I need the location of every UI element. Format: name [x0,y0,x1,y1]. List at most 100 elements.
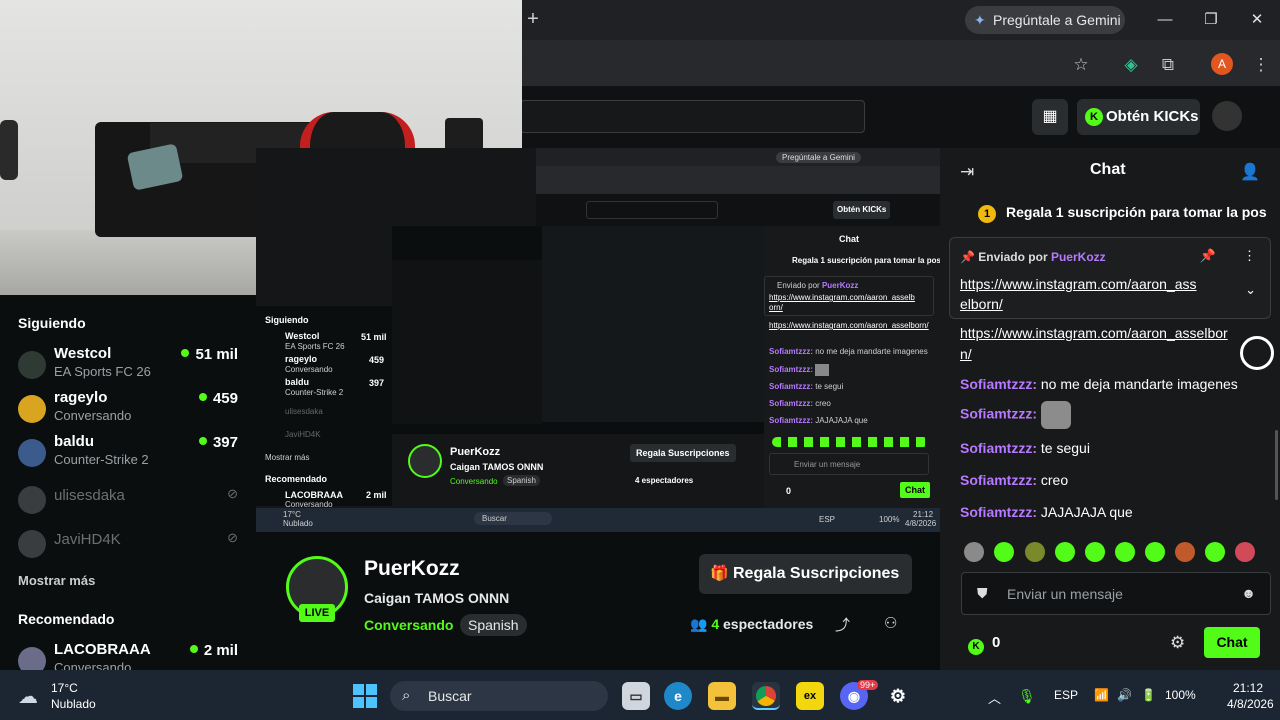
show-more-link[interactable]: Mostrar más [18,573,95,588]
volume-icon[interactable]: 🔊 [1117,688,1132,702]
bookmark-star-icon[interactable]: ☆ [1070,54,1092,76]
pinned-link-line1[interactable]: https://www.instagram.com/aaron_ass [960,276,1197,292]
nested-category: Conversando [450,477,498,486]
emote-icon[interactable] [964,542,984,562]
language-tag[interactable]: Spanish [460,614,527,636]
taskbar-search-label: Buscar [428,688,472,704]
emote-icon[interactable] [1085,542,1105,562]
new-tab-button[interactable]: + [522,8,544,30]
chevron-up-icon[interactable]: ︿ [988,688,1001,707]
channel-category: EA Sports FC 26 [54,364,151,379]
layout-toggle-button[interactable]: ▦ [1032,99,1068,135]
wifi-icon[interactable]: 📶 [1094,688,1109,702]
chat-text: te segui [1040,440,1090,456]
sidebar-item-lacobraaa[interactable]: LACOBRAAA Conversando 2 mil [18,641,240,670]
app-icon[interactable]: ⚙ [884,682,912,710]
channel-name: rageylo [54,389,108,406]
follow-icon[interactable]: ⚇ [884,614,897,632]
close-button[interactable]: ✕ [1245,8,1269,32]
more-options-icon[interactable]: ⋮ [1243,248,1256,264]
battery-percent[interactable]: 100% [1165,688,1196,702]
clock-date[interactable]: 4/8/2026 [1227,697,1274,711]
channel-name: JaviHD4K [54,531,121,548]
sidebar-item-ulisesdaka[interactable]: ulisesdaka ⊘ [18,480,240,524]
stream-category[interactable]: Conversando [364,617,453,633]
gemini-button[interactable]: ✦ Pregúntale a Gemini [965,6,1125,34]
cloud-icon[interactable]: ☁ [18,684,38,709]
sidebar-item-javihd4k[interactable]: JaviHD4K ⊘ [18,524,240,568]
minimize-button[interactable]: — [1153,8,1177,32]
nested-gemini: Pregúntale a Gemini [776,152,861,163]
start-button[interactable] [353,684,377,708]
emote-icon[interactable] [1235,542,1255,562]
sidebar-item-rageylo[interactable]: rageylo Conversando 459 [18,389,240,433]
browser-menu-icon[interactable]: ⋮ [1250,54,1272,76]
nested-emote-row [772,437,928,447]
sub-gift-banner[interactable]: 1 Regala 1 suscripción para tomar la pos [978,204,1267,223]
gemini-label: Pregúntale a Gemini [993,12,1121,28]
chevron-down-icon[interactable]: ⌄ [1245,282,1256,298]
file-explorer-icon[interactable]: ▬ [708,682,736,710]
link-line2[interactable]: n/ [960,346,972,362]
extensions-puzzle-icon[interactable]: ⧉ [1157,54,1179,76]
chat-username[interactable]: Sofiamtzzz: [960,406,1037,422]
gift-subs-button[interactable]: 🎁 Regala Suscripciones [699,554,912,594]
pinned-link-line2[interactable]: elborn/ [960,296,1003,312]
battery-icon[interactable]: 🔋 [1141,688,1156,702]
emote-icon[interactable] [1175,542,1195,562]
chat-username[interactable]: Sofiamtzzz: [960,472,1037,488]
collapse-chat-icon[interactable]: ⇥ [960,162,974,182]
clock-time[interactable]: 21:12 [1233,681,1263,695]
emote-icon[interactable] [1025,542,1045,562]
weather-description[interactable]: Nublado [51,697,96,711]
extension-icon[interactable]: ◈ [1120,54,1142,76]
restore-button[interactable]: ❐ [1199,8,1223,32]
emote-icon[interactable] [1115,542,1135,562]
avatar [18,395,46,423]
emote-icon[interactable] [994,542,1014,562]
coin-icon: 1 [978,205,996,223]
viewer-count: 397 [198,434,238,451]
chrome-icon[interactable] [752,682,780,710]
weather-temperature[interactable]: 17°C [51,681,78,695]
search-input[interactable] [520,100,865,133]
nested-title: Caigan TAMOS ONNN [450,462,544,472]
emote-icon[interactable] [1145,542,1165,562]
chat-scrollbar[interactable] [1275,430,1278,500]
taskbar-search[interactable]: ⌕ Buscar [390,681,608,711]
chat-username[interactable]: Sofiamtzzz: [960,376,1037,392]
profile-avatar[interactable]: A [1211,53,1233,75]
exness-icon[interactable]: ex [796,682,824,710]
gear-icon[interactable]: ⚙ [1170,633,1185,653]
sidebar-item-baldu[interactable]: baldu Counter-Strike 2 397 [18,433,240,477]
emote-icon[interactable] [1055,542,1075,562]
get-kicks-button[interactable]: K Obtén KICKs [1077,99,1200,135]
chat-users-icon[interactable]: 👤 [1240,162,1260,182]
chat-input[interactable]: ⛊ Enviar un mensaje ☻ [961,572,1271,615]
task-view-icon[interactable]: ▭ [622,682,650,710]
nested-search [586,201,718,219]
pinned-user[interactable]: PuerKozz [1051,250,1106,264]
emote-icon[interactable] [1205,542,1225,562]
pinned-message[interactable]: 📌 Enviado por PuerKozz https://www.insta… [949,237,1271,319]
link-line1[interactable]: https://www.instagram.com/aaron_asselbor [960,325,1228,341]
sidebar-item-westcol[interactable]: Westcol EA Sports FC 26 51 mil [18,345,240,389]
nested-side-count: 459 [369,355,385,365]
unpin-icon[interactable]: 📌 [1200,248,1216,264]
user-avatar[interactable] [1212,101,1242,131]
channel-name[interactable]: PuerKozz [364,557,460,581]
chat-link-message[interactable]: https://www.instagram.com/aaron_asselbor… [960,323,1228,365]
chat-username[interactable]: Sofiamtzzz: [960,504,1037,520]
nested-following-title: Siguiendo [265,315,309,325]
viewer-count-value: 51 mil [195,346,238,363]
edge-icon[interactable]: e [664,682,692,710]
send-chat-button[interactable]: Chat [1204,627,1260,658]
chat-overlay-icon[interactable] [1240,336,1274,370]
microphone-icon[interactable]: 🎙 [1018,688,1036,705]
chat-username[interactable]: Sofiamtzzz: [960,440,1037,456]
emoji-picker-icon[interactable]: ☻ [1241,585,1256,601]
share-icon[interactable]: ⤴ [835,614,850,635]
chat-title: Chat [1090,161,1126,178]
language-indicator[interactable]: ESP [1054,688,1078,702]
sub-banner-text: Regala 1 suscripción para tomar la pos [1006,204,1267,220]
